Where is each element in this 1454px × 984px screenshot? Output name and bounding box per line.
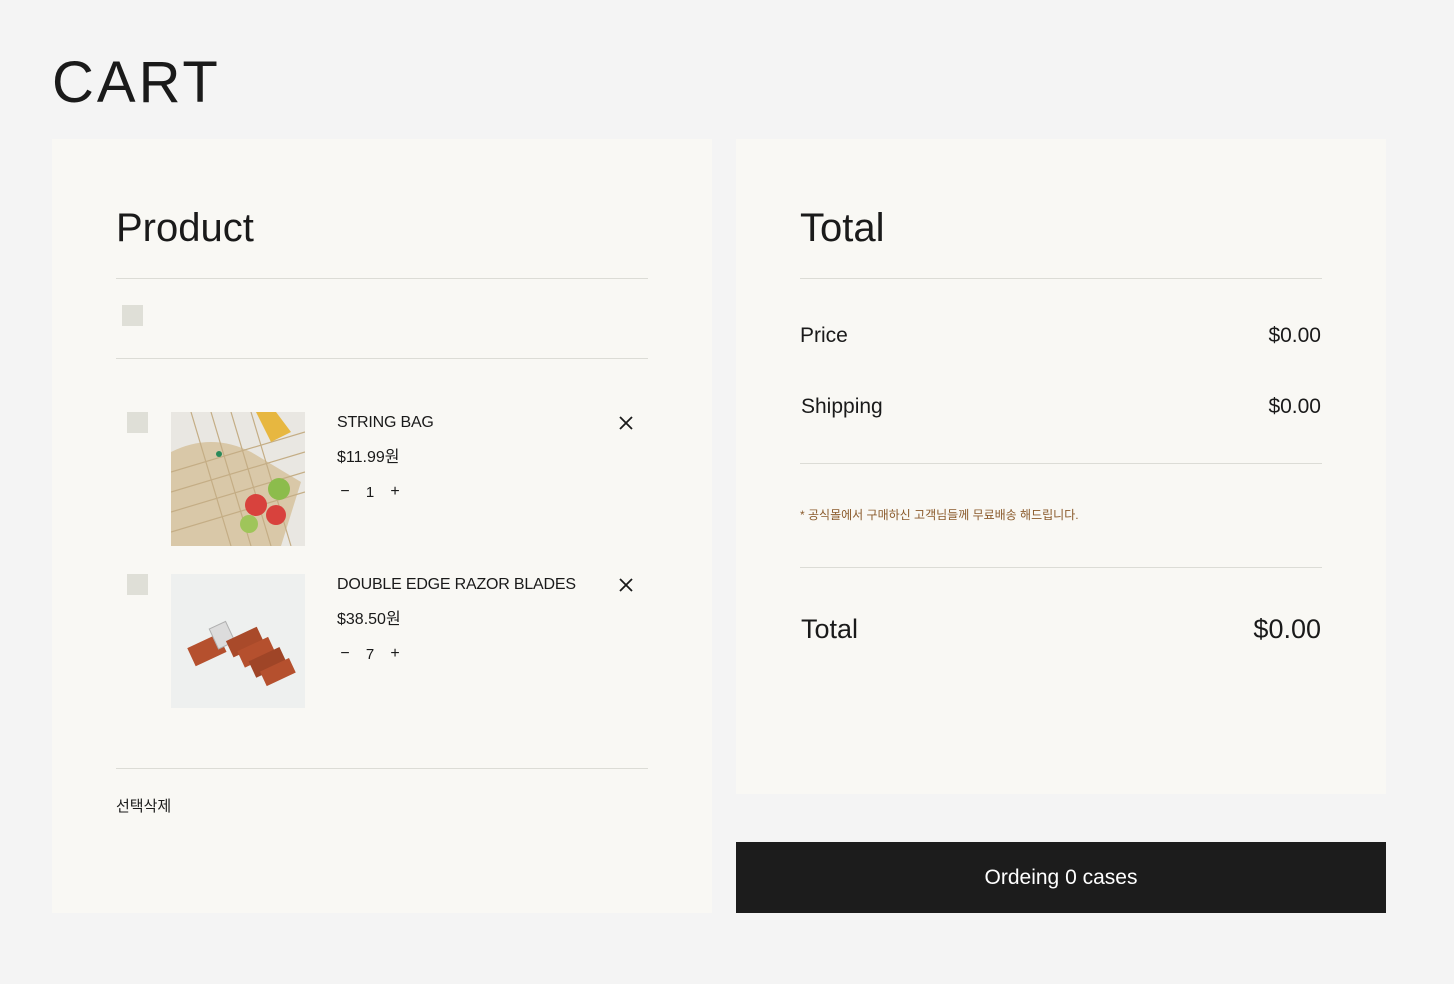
divider [116, 768, 648, 769]
item-price: $38.50원 [337, 611, 401, 628]
item-price: $11.99원 [337, 449, 400, 466]
total-label: Total [801, 614, 859, 644]
select-all-checkbox[interactable] [122, 305, 143, 326]
product-heading: Product [116, 206, 254, 250]
quantity-value: 7 [365, 645, 375, 663]
product-panel: Product STRING BAG $11.99원 − 1 + DOUBLE … [52, 139, 712, 913]
shipping-label: Shipping [801, 395, 883, 418]
divider [800, 463, 1322, 464]
shipping-value: $0.00 [1268, 395, 1321, 418]
item-checkbox[interactable] [127, 412, 148, 433]
delete-selected-button[interactable]: 선택삭제 [116, 795, 171, 816]
plus-icon[interactable]: + [388, 645, 402, 663]
item-checkbox[interactable] [127, 574, 148, 595]
order-button[interactable]: Ordeing 0 cases [736, 842, 1386, 913]
price-value: $0.00 [1268, 324, 1321, 347]
divider [116, 278, 648, 279]
item-name: STRING BAG [337, 414, 434, 431]
total-panel: Total Price $0.00 Shipping $0.00 * 공식몰에서… [736, 139, 1386, 794]
total-heading: Total [800, 206, 885, 250]
total-value: $0.00 [1253, 614, 1321, 644]
close-icon[interactable] [618, 577, 634, 593]
string-bag-image [171, 412, 305, 546]
quantity-stepper: − 7 + [338, 645, 402, 663]
plus-icon[interactable]: + [388, 483, 402, 501]
free-shipping-notice: * 공식몰에서 구매하신 고객님들께 무료배송 해드립니다. [800, 508, 1079, 522]
razor-blades-image [171, 574, 305, 708]
price-label: Price [800, 324, 848, 347]
close-icon[interactable] [618, 415, 634, 431]
minus-icon[interactable]: − [338, 483, 352, 501]
item-name: DOUBLE EDGE RAZOR BLADES [337, 576, 576, 593]
divider [800, 278, 1322, 279]
quantity-value: 1 [365, 483, 375, 501]
minus-icon[interactable]: − [338, 645, 352, 663]
page-title: CART [52, 50, 221, 115]
divider [116, 358, 648, 359]
divider [800, 567, 1322, 568]
quantity-stepper: − 1 + [338, 483, 402, 501]
